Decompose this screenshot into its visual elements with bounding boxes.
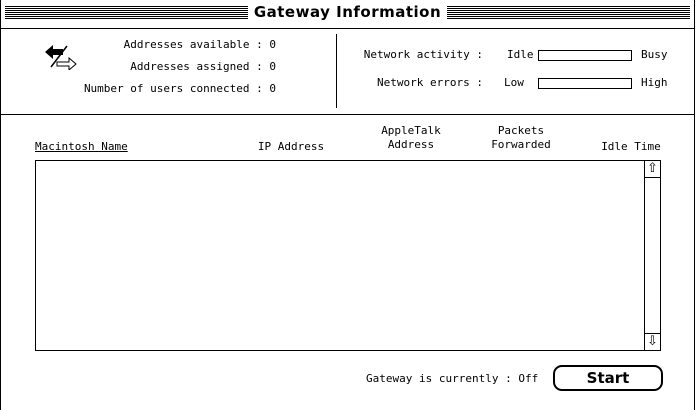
errors-high-label: High: [641, 76, 668, 89]
network-errors-label: Network errors :: [377, 76, 483, 89]
network-errors-meter: [538, 78, 632, 89]
addresses-available: Addresses available : 0: [123, 38, 276, 51]
column-appletalk-address[interactable]: AppleTalk Address: [371, 124, 451, 152]
scroll-down-arrow-icon[interactable]: ⇩: [645, 333, 660, 350]
addresses-assigned: Addresses assigned : 0: [130, 60, 276, 73]
activity-low-label: Idle: [507, 48, 534, 61]
panel-divider: [336, 34, 337, 108]
gateway-window: Gateway Information Addresses available …: [0, 0, 695, 410]
column-ip-address[interactable]: IP Address: [251, 140, 331, 154]
start-button[interactable]: Start: [553, 365, 663, 391]
gateway-status: Gateway is currently : Off: [366, 372, 539, 385]
activity-high-label: Busy: [641, 48, 668, 61]
scroll-up-arrow-icon[interactable]: ⇧: [645, 161, 660, 178]
window-title: Gateway Information: [247, 3, 448, 21]
users-connected: Number of users connected : 0: [83, 82, 276, 95]
window-title-wrap: Gateway Information: [1, 3, 694, 21]
title-bar[interactable]: Gateway Information: [1, 0, 694, 29]
network-activity-meter: [538, 50, 632, 61]
column-idle-time[interactable]: Idle Time: [591, 140, 671, 154]
gateway-arrows-icon: [45, 45, 77, 70]
list-scrollbar[interactable]: ⇧ ⇩: [644, 161, 660, 350]
column-macintosh-name[interactable]: Macintosh Name: [35, 140, 128, 154]
status-panel: Addresses available : 0 Addresses assign…: [1, 28, 694, 115]
errors-low-label: Low: [504, 76, 524, 89]
column-packets-forwarded[interactable]: Packets Forwarded: [476, 124, 566, 152]
connections-list[interactable]: ⇧ ⇩: [35, 160, 661, 351]
network-activity-label: Network activity :: [363, 48, 483, 61]
